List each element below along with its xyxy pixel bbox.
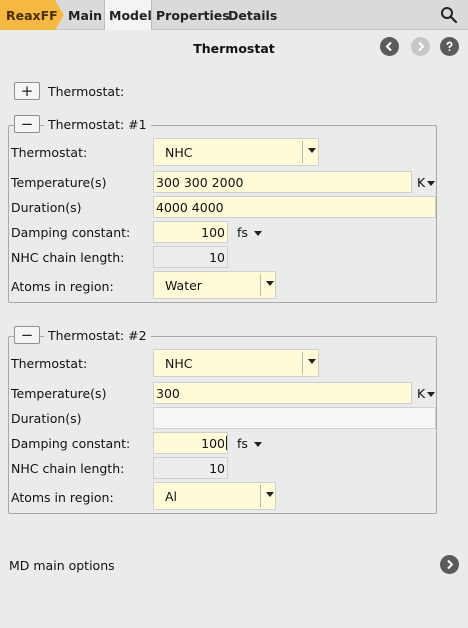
chevron-right-icon[interactable] xyxy=(440,555,459,574)
thermostat-select-value: NHC xyxy=(165,145,193,160)
thermostat-label: Thermostat: xyxy=(11,145,88,160)
chevron-down-icon xyxy=(253,231,262,236)
duration-label: Duration(s) xyxy=(11,200,82,215)
add-thermostat-button[interactable]: + xyxy=(14,82,40,100)
atoms-region-select[interactable]: Water xyxy=(153,271,276,299)
minus-icon: − xyxy=(20,114,34,133)
thermostat-label: Thermostat: xyxy=(11,356,88,371)
help-icon[interactable] xyxy=(440,37,459,56)
chevron-down-icon xyxy=(253,442,262,447)
temperature-unit-dropdown[interactable]: K xyxy=(417,175,436,190)
duration-label: Duration(s) xyxy=(11,411,82,426)
thermostat-2-legend: Thermostat: #2 xyxy=(44,328,151,343)
tab-main[interactable]: Main xyxy=(68,0,102,30)
chevron-down-icon xyxy=(308,359,316,364)
chevron-down-icon xyxy=(427,392,436,397)
plus-icon: + xyxy=(20,81,34,100)
chevron-down-icon xyxy=(266,281,274,286)
chain-length-label: NHC chain length: xyxy=(11,461,125,476)
thermostat-1-legend: Thermostat: #1 xyxy=(44,117,151,132)
atoms-region-label: Atoms in region: xyxy=(11,490,114,505)
temperature-unit-dropdown[interactable]: K xyxy=(417,386,436,401)
thermostat-select[interactable]: NHC xyxy=(153,138,319,166)
chain-length-input[interactable]: 10 xyxy=(153,457,228,479)
atoms-region-value: Al xyxy=(165,489,178,504)
thermostat-select-value: NHC xyxy=(165,356,193,371)
damping-unit-label: fs xyxy=(237,225,248,240)
tab-model[interactable]: Model xyxy=(104,0,152,30)
chevron-down-icon xyxy=(266,492,274,497)
damping-unit-dropdown[interactable]: fs xyxy=(237,225,262,240)
duration-input[interactable]: 4000 4000 xyxy=(153,196,436,218)
temperature-input[interactable]: 300 xyxy=(153,382,412,404)
text-cursor xyxy=(226,436,227,450)
chevron-down-icon xyxy=(427,181,436,186)
temperature-unit-label: K xyxy=(417,386,426,401)
forward-icon[interactable] xyxy=(411,37,430,56)
chain-length-label: NHC chain length: xyxy=(11,250,125,265)
md-main-options-label[interactable]: MD main options xyxy=(9,558,115,573)
damping-input[interactable]: 100 xyxy=(153,432,228,454)
damping-unit-label: fs xyxy=(237,436,248,451)
back-icon[interactable] xyxy=(380,37,399,56)
tab-reaxff[interactable]: ReaxFF xyxy=(0,0,64,30)
search-icon[interactable] xyxy=(440,6,458,24)
damping-input[interactable]: 100 xyxy=(153,221,228,243)
collapse-thermostat-2-button[interactable]: − xyxy=(14,326,40,344)
chain-length-input[interactable]: 10 xyxy=(153,246,228,268)
minus-icon: − xyxy=(20,325,34,344)
temperature-unit-label: K xyxy=(417,175,426,190)
tab-properties[interactable]: Properties xyxy=(156,0,230,30)
atoms-region-label: Atoms in region: xyxy=(11,279,114,294)
thermostat-select[interactable]: NHC xyxy=(153,349,319,377)
chevron-down-icon xyxy=(308,148,316,153)
collapse-thermostat-1-button[interactable]: − xyxy=(14,115,40,133)
damping-unit-dropdown[interactable]: fs xyxy=(237,436,262,451)
tab-bar: ReaxFF Main Model Properties Details xyxy=(0,0,468,30)
damping-label: Damping constant: xyxy=(11,225,131,240)
atoms-region-select[interactable]: Al xyxy=(153,482,276,510)
add-thermostat-label: Thermostat: xyxy=(48,84,125,99)
tab-details[interactable]: Details xyxy=(228,0,277,30)
duration-input[interactable] xyxy=(153,407,436,429)
temperature-label: Temperature(s) xyxy=(11,175,107,190)
damping-label: Damping constant: xyxy=(11,436,131,451)
temperature-input[interactable]: 300 300 2000 xyxy=(153,171,412,193)
atoms-region-value: Water xyxy=(165,278,202,293)
temperature-label: Temperature(s) xyxy=(11,386,107,401)
